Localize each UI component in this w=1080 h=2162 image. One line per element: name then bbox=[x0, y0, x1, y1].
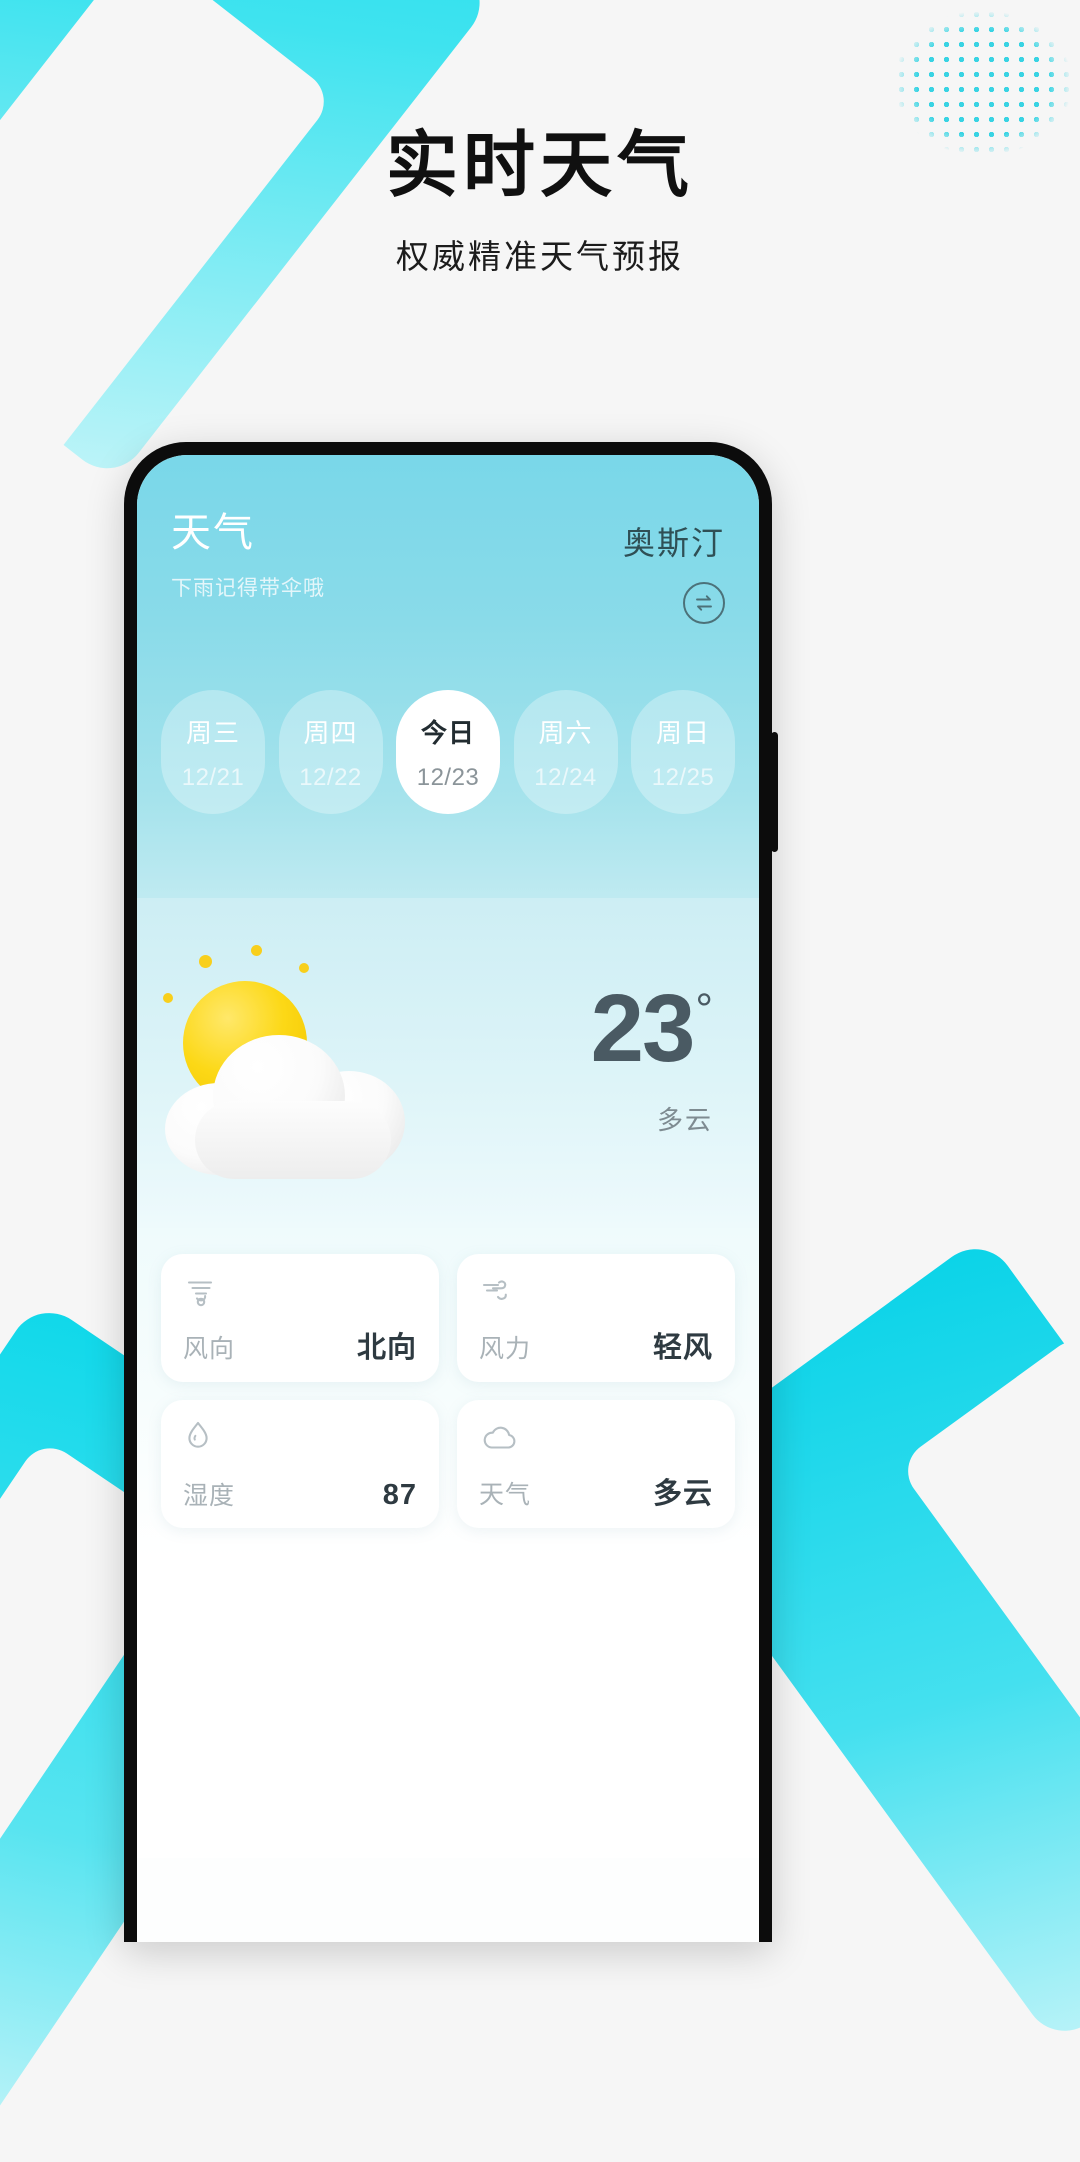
info-card-humidity[interactable]: 湿度 87 bbox=[161, 1400, 439, 1528]
card-label: 天气 bbox=[479, 1481, 532, 1509]
day-pill-weekday: 周四 bbox=[303, 717, 358, 748]
card-value: 多云 bbox=[652, 1478, 713, 1510]
sun-ray-dot bbox=[199, 955, 212, 968]
wind-speed-icon bbox=[479, 1272, 713, 1312]
cloud-icon bbox=[479, 1418, 713, 1458]
temperature-value: 23 bbox=[590, 974, 696, 1082]
day-pill-weekday: 周六 bbox=[538, 717, 593, 748]
sun-behind-cloud-icon bbox=[147, 945, 447, 1179]
day-pill-weekday: 今日 bbox=[420, 717, 475, 748]
sun-ray-dot bbox=[163, 993, 173, 1003]
page-title: 实时天气 bbox=[385, 126, 694, 206]
wind-direction-icon bbox=[183, 1272, 417, 1312]
sun-ray-dot bbox=[299, 963, 309, 973]
card-footer: 湿度 87 bbox=[183, 1476, 417, 1512]
cloud-icon bbox=[165, 1027, 405, 1179]
day-pill-date: 12/21 bbox=[181, 763, 245, 791]
info-card-wind-speed[interactable]: 风力 轻风 bbox=[457, 1254, 735, 1382]
app-tagline: 下雨记得带伞哦 bbox=[171, 577, 325, 600]
card-value: 北向 bbox=[356, 1332, 417, 1364]
day-pill-0[interactable]: 周三 12/21 bbox=[161, 690, 265, 814]
cloud-lobe bbox=[195, 1101, 391, 1179]
day-pill-3[interactable]: 周六 12/24 bbox=[513, 690, 618, 814]
day-pill-date: 12/25 bbox=[651, 763, 715, 791]
page-subtitle: 权威精准天气预报 bbox=[396, 237, 684, 275]
card-label: 湿度 bbox=[183, 1482, 236, 1510]
card-value: 87 bbox=[382, 1479, 417, 1511]
phone-screen: 天气 下雨记得带伞哦 奥斯汀 周三 12/21 周四 12/22 今日 12/2… bbox=[137, 455, 759, 1942]
promo-headline-block: 实时天气 权威精准天气预报 bbox=[0, 126, 1080, 278]
card-label: 风向 bbox=[183, 1335, 236, 1363]
phone-power-button[interactable] bbox=[771, 732, 778, 852]
unit-swap-icon bbox=[693, 592, 715, 614]
info-card-weather[interactable]: 天气 多云 bbox=[457, 1400, 735, 1528]
weather-details-grid: 风向 北向 风力 轻风 湿度 87 天气 多云 bbox=[137, 1228, 759, 1558]
card-footer: 天气 多云 bbox=[479, 1470, 713, 1512]
info-card-wind-direction[interactable]: 风向 北向 bbox=[161, 1254, 439, 1382]
current-weather-band: 23 ° 多云 bbox=[137, 898, 759, 1228]
day-pill-weekday: 周三 bbox=[185, 717, 240, 748]
day-pill-date: 12/22 bbox=[299, 763, 362, 791]
city-name[interactable]: 奥斯汀 bbox=[623, 518, 725, 564]
app-title-group: 天气 下雨记得带伞哦 bbox=[171, 510, 325, 602]
card-label: 风力 bbox=[479, 1335, 532, 1363]
day-pill-weekday: 周日 bbox=[655, 717, 710, 748]
humidity-drop-icon bbox=[183, 1418, 417, 1458]
card-footer: 风向 北向 bbox=[183, 1324, 417, 1366]
day-pill-date: 12/24 bbox=[534, 763, 597, 791]
day-pill-4[interactable]: 周日 12/25 bbox=[631, 690, 735, 814]
app-header-right: 奥斯汀 bbox=[623, 510, 725, 624]
screen-empty-area bbox=[137, 1558, 759, 1858]
phone-mockup-frame: 天气 下雨记得带伞哦 奥斯汀 周三 12/21 周四 12/22 今日 12/2… bbox=[124, 442, 778, 1942]
app-header-sky: 天气 下雨记得带伞哦 奥斯汀 周三 12/21 周四 12/22 今日 12/2… bbox=[137, 455, 759, 898]
current-temperature-block: 23 ° 多云 bbox=[590, 974, 713, 1143]
card-footer: 风力 轻风 bbox=[479, 1324, 713, 1366]
unit-toggle-button[interactable] bbox=[683, 582, 725, 624]
card-value: 轻风 bbox=[652, 1332, 713, 1364]
sun-ray-dot bbox=[251, 945, 262, 956]
temperature-row: 23 ° bbox=[590, 974, 713, 1082]
day-pill-1[interactable]: 周四 12/22 bbox=[278, 690, 383, 814]
app-header-row: 天气 下雨记得带伞哦 奥斯汀 bbox=[171, 510, 725, 624]
day-pill-today-selected[interactable]: 今日 12/23 bbox=[396, 690, 500, 814]
day-selector-strip[interactable]: 周三 12/21 周四 12/22 今日 12/23 周六 12/24 周日 1… bbox=[161, 690, 735, 814]
app-name: 天气 bbox=[171, 511, 255, 555]
background-shape-bottom-right-white bbox=[896, 1329, 1080, 2031]
day-pill-date: 12/23 bbox=[416, 763, 480, 791]
weather-condition-text: 多云 bbox=[656, 1105, 713, 1136]
degree-symbol: ° bbox=[695, 984, 713, 1034]
